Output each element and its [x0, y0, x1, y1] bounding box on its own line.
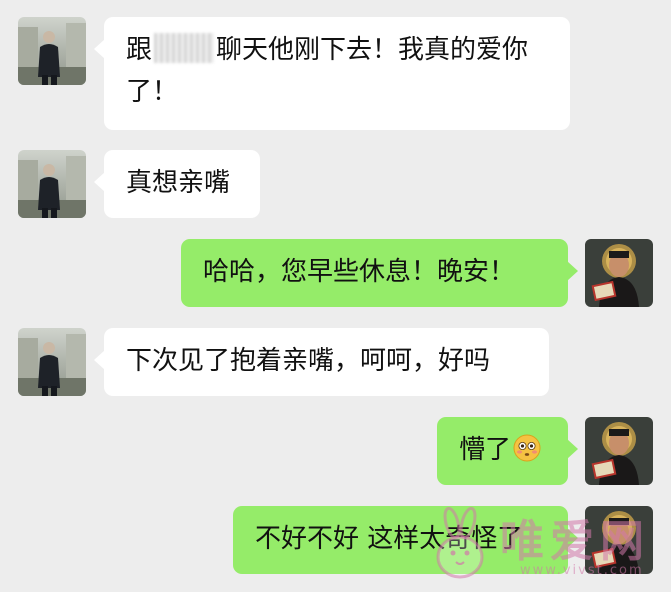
message-bubble-incoming[interactable]: 跟 聊天他刚下去！我真的爱你 了！: [94, 17, 570, 130]
message-bubble-outgoing[interactable]: 懵了: [437, 417, 578, 485]
message-text: 真想亲嘴: [126, 168, 231, 198]
user-avatar[interactable]: [585, 417, 653, 485]
user-avatar[interactable]: [585, 506, 653, 574]
contact-avatar-photo: [18, 328, 86, 396]
message-text: 了！: [126, 77, 179, 107]
message-bubble-outgoing[interactable]: 哈哈，您早些休息！晚安！: [181, 239, 578, 307]
user-avatar-painting: [585, 417, 653, 485]
contact-avatar[interactable]: [18, 150, 86, 218]
user-avatar-painting: [585, 239, 653, 307]
contact-avatar-photo: [18, 17, 86, 85]
redacted-name: [154, 33, 215, 63]
contact-avatar[interactable]: [18, 328, 86, 396]
message-text: 不好不好 这样太奇怪了: [255, 524, 524, 554]
user-avatar[interactable]: [585, 239, 653, 307]
message-text: 下次见了抱着亲嘴，呵呵，好吗: [126, 346, 491, 376]
contact-avatar-photo: [18, 150, 86, 218]
message-text: 跟: [126, 35, 153, 65]
message-text: 懵了: [459, 435, 512, 465]
message-bubble-incoming[interactable]: 真想亲嘴: [94, 150, 260, 218]
flushed-face-icon: [513, 434, 541, 462]
message-text: 哈哈，您早些休息！晚安！: [203, 257, 516, 287]
user-avatar-painting: [585, 506, 653, 574]
message-bubble-outgoing[interactable]: 不好不好 这样太奇怪了: [233, 506, 578, 574]
message-text: 聊天他刚下去！我真的爱你: [216, 35, 529, 65]
message-bubble-incoming[interactable]: 下次见了抱着亲嘴，呵呵，好吗: [94, 328, 549, 396]
contact-avatar[interactable]: [18, 17, 86, 85]
chat-window: 跟 聊天他刚下去！我真的爱你 了！ 真想亲嘴 哈哈，您早些休息！晚安！ 下次见了抱…: [0, 0, 671, 592]
